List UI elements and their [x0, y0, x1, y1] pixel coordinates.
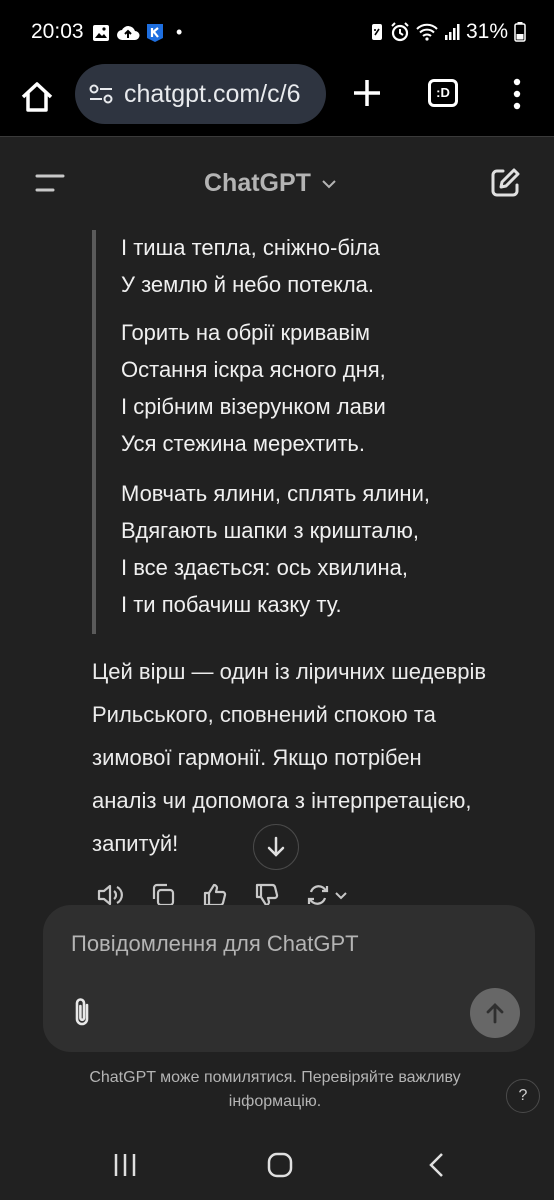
poem-line: Остання іскра ясного дня, — [121, 357, 386, 382]
poem-line: Вдягають шапки з кришталю, — [121, 518, 419, 543]
recent-apps-button[interactable] — [112, 1152, 138, 1183]
browser-menu-button[interactable] — [507, 78, 527, 110]
arrow-down-icon — [267, 836, 285, 857]
plus-icon — [354, 80, 380, 106]
conversation[interactable]: І тиша тепла, сніжно-біла У землю й небо… — [0, 227, 554, 907]
browser-toolbar: chatgpt.com/c/6 :D — [0, 64, 554, 137]
new-chat-button[interactable] — [489, 167, 521, 204]
poem-line: У землю й небо потекла. — [121, 272, 375, 297]
menu-icon — [35, 174, 65, 192]
disclaimer-line: ChatGPT може помилятися. Перевіряйте важ… — [89, 1069, 461, 1086]
send-button[interactable] — [470, 988, 520, 1038]
read-aloud-icon[interactable] — [96, 882, 124, 907]
paragraph-line: запитуй! — [92, 831, 179, 856]
edit-icon — [491, 168, 520, 197]
url-text[interactable]: chatgpt.com/c/6 — [124, 80, 300, 109]
battery-percent: 31% — [465, 20, 508, 43]
paragraph-line: аналіз чи допомога з інтерпретацією, — [92, 788, 472, 813]
signal-icon — [444, 23, 460, 41]
paragraph-line: Рильського, сповнений спокою та — [92, 702, 436, 727]
message-actions — [96, 882, 350, 907]
regenerate-icon[interactable] — [306, 882, 350, 907]
battery-icon — [514, 22, 526, 42]
poem-line: І все здається: ось хвилина, — [121, 555, 408, 580]
scroll-to-bottom-button[interactable] — [253, 824, 299, 870]
thumbs-up-icon[interactable] — [202, 882, 228, 907]
message-composer: Повідомлення для ChatGPT — [43, 905, 535, 1052]
tab-switcher-button[interactable]: :D — [428, 79, 458, 107]
blockquote-bar — [92, 230, 96, 634]
k-app-icon — [146, 23, 164, 43]
disclaimer-line: інформацію. — [228, 1093, 322, 1110]
status-time: 20:03 — [31, 20, 84, 43]
poem-line: І срібним візерунком лави — [121, 394, 386, 419]
sidebar-menu-button[interactable] — [35, 173, 65, 198]
system-home-button[interactable] — [267, 1152, 293, 1183]
wifi-icon — [416, 23, 438, 41]
poem-line: І тиша тепла, сніжно-біла — [121, 235, 380, 260]
poem-stanza: Мовчать ялини, сплять ялини, Вдягають ша… — [121, 475, 430, 623]
message-input[interactable]: Повідомлення для ChatGPT — [71, 931, 359, 957]
paragraph-line: Цей вірш — один із ліричних шедеврів — [92, 659, 487, 684]
poem-line: І ти побачиш казку ту. — [121, 592, 342, 617]
recent-apps-icon — [114, 1154, 136, 1176]
paperclip-icon — [75, 998, 89, 1026]
new-tab-button[interactable] — [350, 76, 384, 110]
back-chevron-icon — [429, 1153, 443, 1177]
arrow-up-icon — [486, 1003, 504, 1024]
copy-icon[interactable] — [150, 882, 176, 907]
nfc-icon — [370, 23, 384, 41]
poem-line: Уся стежина мерехтить. — [121, 431, 365, 456]
poem-stanza: Горить на обрії кривавім Остання іскра я… — [121, 314, 386, 462]
more-vertical-icon — [513, 78, 521, 110]
address-bar[interactable]: chatgpt.com/c/6 — [75, 64, 326, 124]
home-circle-icon — [267, 1152, 293, 1178]
browser-home-button[interactable] — [18, 78, 56, 116]
status-notification-icons: • — [92, 22, 182, 43]
alarm-icon — [390, 22, 410, 42]
help-button[interactable]: ? — [506, 1079, 540, 1113]
chat-header: ChatGPT — [0, 137, 554, 227]
thumbs-down-icon[interactable] — [254, 882, 280, 907]
status-system-icons: 31% — [370, 20, 526, 44]
model-selector[interactable]: ChatGPT — [204, 169, 337, 198]
home-icon — [21, 82, 53, 112]
disclaimer-text: ChatGPT може помилятися. Перевіряйте важ… — [50, 1066, 500, 1114]
site-settings-icon[interactable] — [89, 83, 113, 110]
paragraph-line: зимової гармонії. Якщо потрібен — [92, 745, 422, 770]
assistant-paragraph: Цей вірш — один із ліричних шедеврів Рил… — [92, 650, 542, 865]
system-nav-bar — [0, 1130, 554, 1200]
status-bar: 20:03 • 31% — [0, 0, 554, 64]
chat-title: ChatGPT — [204, 169, 311, 197]
poem-line: Горить на обрії кривавім — [121, 320, 371, 345]
attach-button[interactable] — [69, 995, 95, 1034]
chevron-down-icon — [322, 179, 336, 188]
cloud-upload-icon — [116, 24, 140, 42]
gallery-icon — [92, 24, 110, 42]
status-dot: • — [176, 22, 183, 42]
back-button[interactable] — [426, 1152, 446, 1183]
poem-line: Мовчать ялини, сплять ялини, — [121, 481, 430, 506]
poem-stanza: І тиша тепла, сніжно-біла У землю й небо… — [121, 229, 380, 303]
